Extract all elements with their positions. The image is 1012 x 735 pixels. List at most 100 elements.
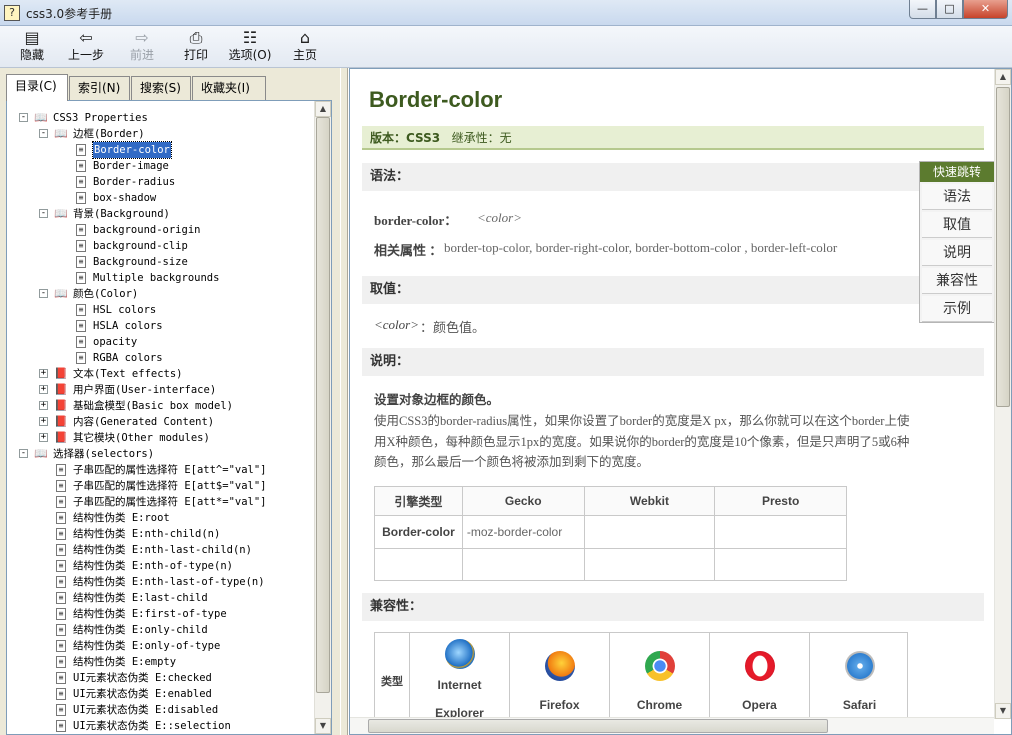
jump-link-values[interactable]: 取值: [922, 212, 992, 238]
print-button[interactable]: ⎙ 打印: [170, 29, 222, 65]
table-cell: [583, 515, 716, 549]
tree-item-label: HSLA colors: [93, 320, 163, 332]
tab-index[interactable]: 索引(N): [69, 76, 130, 100]
page-icon: ≡: [76, 160, 86, 172]
pane-splitter[interactable]: [340, 68, 348, 735]
tree-scroll-thumb[interactable]: [316, 117, 330, 693]
opera-logo-icon: [744, 651, 775, 681]
quick-jump-title: 快速跳转: [920, 162, 994, 182]
scroll-down-arrow-icon[interactable]: ▼: [315, 718, 331, 734]
printer-icon: ⎙: [189, 28, 203, 47]
home-button[interactable]: ⌂ 主页: [279, 29, 331, 65]
expand-toggle-icon[interactable]: +: [39, 433, 48, 442]
page-icon: ≡: [76, 320, 86, 332]
maximize-button[interactable]: □: [936, 0, 963, 19]
tree-item-label: opacity: [93, 336, 138, 348]
page-icon: ≡: [76, 336, 86, 348]
back-button[interactable]: ⇦ 上一步: [60, 29, 112, 65]
toolbar: ▤ 隐藏 ⇦ 上一步 ⇨ 前进 ⎙ 打印 ☷ 选项(O) ⌂ 主页: [0, 26, 1012, 68]
content-hscroll-thumb[interactable]: [368, 719, 828, 733]
version-bar: 版本：CSS3 继承性：无: [362, 126, 984, 150]
back-arrow-icon: ⇦: [79, 28, 93, 47]
tab-search[interactable]: 搜索(S): [131, 76, 191, 100]
contents-tree-box: - 📖 CSS3 Properties - 📖 边框(Border) ≡ Border-col…: [6, 100, 332, 735]
tree-item-label: CSS3 Properties: [53, 112, 148, 124]
collapse-toggle-icon[interactable]: -: [39, 289, 48, 298]
expand-toggle-icon[interactable]: +: [39, 401, 48, 410]
scroll-up-arrow-icon[interactable]: ▲: [995, 69, 1011, 85]
hide-icon: ▤: [24, 28, 40, 47]
page-icon: ≡: [56, 688, 66, 700]
tab-contents[interactable]: 目录(C): [6, 74, 68, 101]
tree-item-label: 子串匹配的属性选择符 E[att^="val"]: [73, 464, 267, 476]
value-name: <color>: [374, 317, 419, 332]
tree-item-label: background-origin: [93, 224, 201, 236]
jump-link-example[interactable]: 示例: [922, 296, 992, 322]
tab-favorites[interactable]: 收藏夹(I): [192, 76, 266, 100]
options-icon: ☷: [242, 28, 258, 47]
page-icon: ≡: [76, 240, 86, 252]
home-icon: ⌂: [299, 28, 311, 47]
close-button[interactable]: ✕: [963, 0, 1008, 19]
page-icon: ≡: [76, 144, 86, 156]
page-icon: ≡: [56, 544, 66, 556]
open-book-icon: 📖: [54, 287, 68, 300]
scroll-up-arrow-icon[interactable]: ▲: [315, 101, 331, 117]
minimize-button[interactable]: —: [909, 0, 936, 19]
table-cell: [714, 515, 847, 549]
jump-link-compat[interactable]: 兼容性: [922, 268, 992, 294]
tree-item-label: Background-size: [93, 256, 188, 268]
page-icon: ≡: [56, 496, 66, 508]
page-icon: ≡: [56, 576, 66, 588]
content-vertical-scrollbar[interactable]: ▲ ▼: [994, 69, 1011, 719]
tree-item-label: 结构性伪类 E:only-child: [73, 624, 208, 636]
page-icon: ≡: [56, 640, 66, 652]
browser-name: Chrome: [636, 698, 683, 712]
syntax-heading: 语法：: [362, 163, 984, 191]
scroll-down-arrow-icon[interactable]: ▼: [995, 703, 1011, 719]
table-header: Webkit: [583, 486, 716, 516]
tree-item-label: UI元素状态伪类 E:enabled: [73, 688, 212, 700]
values-heading: 取值：: [362, 276, 984, 304]
chrome-logo-icon: [644, 651, 675, 681]
table-cell: Border-color: [374, 515, 463, 549]
collapse-toggle-icon[interactable]: -: [19, 113, 28, 122]
forward-button[interactable]: ⇨ 前进: [116, 29, 168, 65]
page-icon: ≡: [56, 656, 66, 668]
content-horizontal-scrollbar[interactable]: [350, 717, 994, 734]
browser-name: Safari: [842, 698, 877, 712]
tree-item-label: 内容(Generated Content): [73, 416, 215, 428]
tree-item-label: 基础盒模型(Basic box model): [73, 400, 233, 412]
related-label: 相关属性 ：: [374, 243, 443, 258]
content-scroll-thumb[interactable]: [996, 87, 1010, 407]
jump-link-syntax[interactable]: 语法: [922, 184, 992, 210]
tree-item-label: 结构性伪类 E:only-of-type: [73, 640, 221, 652]
version-label: 版本：: [370, 131, 407, 145]
article-title: Border-color: [369, 87, 503, 112]
collapse-toggle-icon[interactable]: -: [19, 449, 28, 458]
table-cell: [583, 548, 716, 581]
firefox-logo-icon: [544, 651, 575, 681]
table-header: Gecko: [461, 486, 585, 516]
hide-button[interactable]: ▤ 隐藏: [6, 29, 58, 65]
expand-toggle-icon[interactable]: +: [39, 369, 48, 378]
page-icon: ≡: [76, 272, 86, 284]
collapse-toggle-icon[interactable]: -: [39, 209, 48, 218]
content-scroll-track[interactable]: ▲ ▼: [995, 69, 1011, 719]
tree-item-label: 结构性伪类 E:nth-child(n): [73, 528, 221, 540]
expand-toggle-icon[interactable]: +: [39, 417, 48, 426]
browser-name: Firefox: [539, 698, 580, 712]
jump-link-description[interactable]: 说明: [922, 240, 992, 266]
tree-item-label: 结构性伪类 E:nth-of-type(n): [73, 560, 233, 572]
open-book-icon: 📖: [34, 111, 48, 124]
compat-heading: 兼容性：: [362, 593, 984, 621]
expand-toggle-icon[interactable]: +: [39, 385, 48, 394]
collapse-toggle-icon[interactable]: -: [39, 129, 48, 138]
options-button[interactable]: ☷ 选项(O): [224, 29, 276, 65]
page-icon: ≡: [56, 464, 66, 476]
page-icon: ≡: [76, 304, 86, 316]
tree-scrollbar[interactable]: ▲ ▼: [314, 101, 331, 734]
page-icon: ≡: [56, 480, 66, 492]
tree-item-label: 边框(Border): [73, 128, 145, 140]
tree-item-label: RGBA colors: [93, 352, 163, 364]
